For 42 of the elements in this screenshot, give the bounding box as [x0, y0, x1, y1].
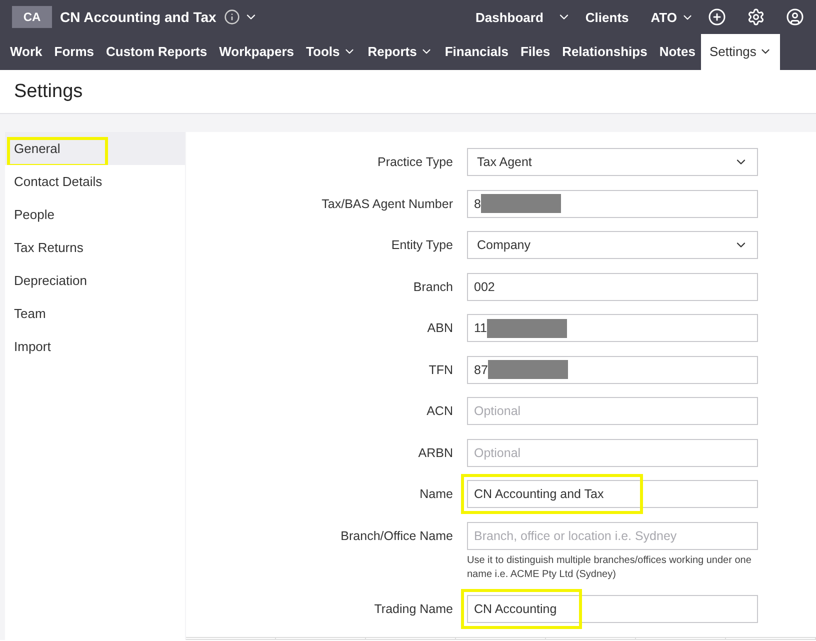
settings-icon[interactable]	[747, 8, 765, 26]
nav-tab[interactable]: Files	[514, 38, 556, 70]
select-field[interactable]: Company	[467, 231, 758, 259]
info-icon[interactable]	[224, 9, 240, 25]
input-field[interactable]: CN Accounting	[467, 595, 758, 623]
input-field[interactable]: 8	[467, 190, 758, 218]
nav-tab[interactable]: Notes	[653, 38, 702, 70]
field-label: Branch	[412, 278, 453, 294]
field-label: Name	[418, 486, 453, 501]
nav-tab[interactable]: Reports	[362, 38, 439, 70]
top-link[interactable]: Dashboard	[476, 10, 544, 24]
input-field[interactable]: 11	[467, 314, 758, 342]
sidebar-item[interactable]: General	[5, 132, 185, 165]
field-label: ACN	[426, 403, 453, 418]
nav-tab[interactable]: Relationships	[556, 38, 654, 70]
select-field[interactable]: Tax Agent	[467, 148, 758, 176]
field-label: Entity Type	[390, 237, 453, 252]
nav-tab[interactable]: Custom Reports	[100, 38, 214, 70]
input-field[interactable]: CN Accounting and Tax	[467, 480, 758, 508]
nav-tab[interactable]: Tools	[300, 38, 362, 70]
nav-tab[interactable]: Forms	[48, 38, 100, 70]
nav-tab[interactable]: Work	[4, 38, 48, 70]
nav-tab[interactable]: Workpapers	[213, 38, 300, 70]
add-icon[interactable]	[708, 8, 726, 26]
input-field[interactable]: 002	[467, 272, 758, 300]
field-label: TFN	[428, 362, 453, 376]
field-label: ARBN	[417, 444, 453, 460]
org-badge: CA	[12, 6, 52, 28]
top-link[interactable]: ATO	[650, 10, 694, 24]
user-icon[interactable]	[786, 8, 804, 26]
field-label: Branch/Office Name	[340, 528, 453, 542]
field-label: Tax/BAS Agent Number	[320, 196, 453, 210]
field-label: Trading Name	[373, 601, 453, 616]
field-label: Practice Type	[376, 154, 453, 169]
top-link[interactable]: Clients	[585, 10, 629, 24]
field-hint: Use it to distinguish multiple branches/offices working under one name i.e. ACME Pty Ltd (Sydney)	[467, 554, 752, 582]
field-label: ABN	[426, 320, 453, 335]
page-title: Settings	[14, 80, 83, 102]
nav-tab[interactable]: Settings	[701, 34, 780, 70]
organisation-name: CN Accounting and Tax	[60, 9, 216, 25]
nav-tab[interactable]: Financials	[438, 38, 514, 70]
input-field[interactable]: 87	[467, 356, 758, 384]
